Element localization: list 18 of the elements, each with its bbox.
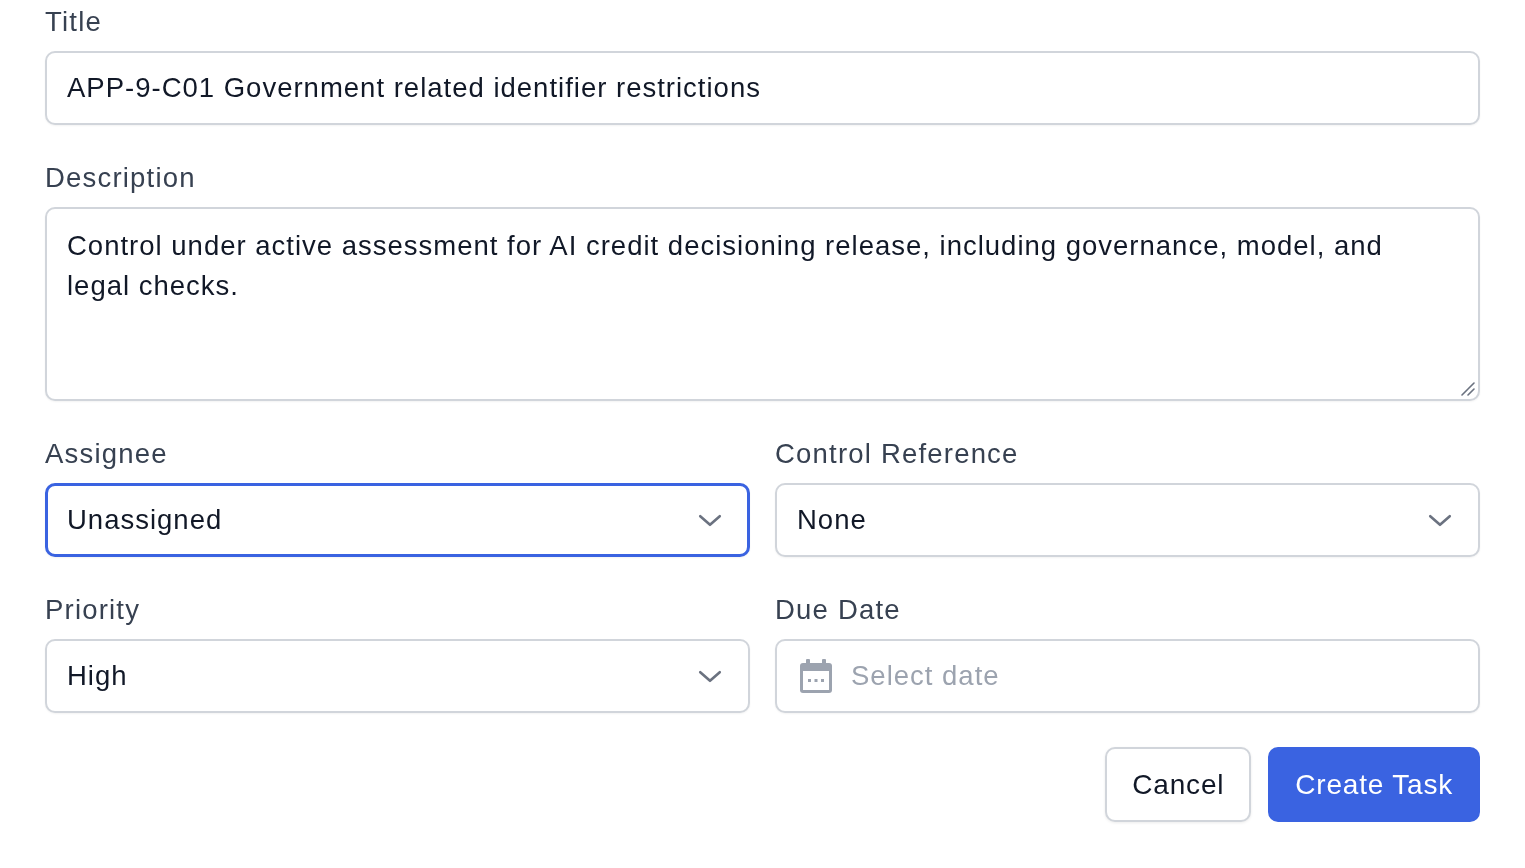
create-task-button[interactable]: Create Task [1268, 747, 1480, 822]
field-label: Priority [45, 593, 141, 627]
select-field[interactable]: High [45, 639, 750, 713]
select-field[interactable]: None [775, 483, 1480, 557]
field-label: Title [45, 5, 102, 39]
text-input-field[interactable]: APP-9-C01 Government related identifier restrictions [45, 51, 1480, 125]
chevron-down-icon [698, 513, 722, 527]
cancel-button[interactable]: Cancel [1105, 747, 1252, 822]
chevron-down-icon [1428, 513, 1452, 527]
chevron-down-icon [698, 669, 722, 683]
field-label: Due Date [775, 593, 901, 627]
select-field[interactable]: Unassigned [45, 483, 750, 557]
resize-grip-icon[interactable] [1461, 382, 1475, 396]
field-label: Assignee [45, 437, 168, 471]
textarea-field[interactable]: Control under active assessment for AI credit decisioning release, including governance, model, and legal checks. [45, 207, 1480, 401]
field-label: Description [45, 161, 196, 195]
calendar-icon [800, 659, 832, 693]
field-label: Control Reference [775, 437, 1019, 471]
